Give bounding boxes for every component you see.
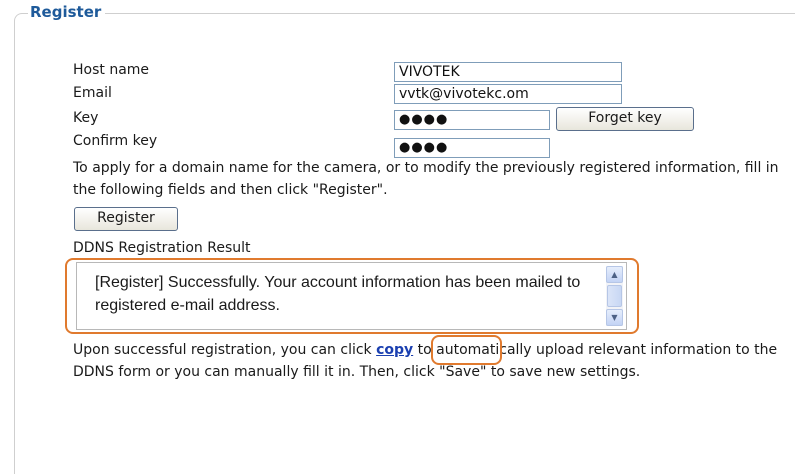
copy-link[interactable]: copy: [376, 342, 413, 358]
confirm-key-input[interactable]: ●●●●: [394, 138, 550, 158]
section-title: Register: [28, 3, 106, 21]
host-name-input[interactable]: VIVOTEK: [394, 62, 622, 82]
confirm-key-label: Confirm key: [73, 133, 158, 149]
key-input[interactable]: ●●●●: [394, 110, 550, 130]
email-input[interactable]: vvtk@vivotekc.om: [394, 84, 622, 104]
host-name-label: Host name: [73, 62, 150, 78]
result-label: DDNS Registration Result: [73, 240, 251, 256]
result-highlight-frame: [65, 258, 639, 334]
email-label: Email: [73, 85, 112, 101]
footer-text-before: Upon successful registration, you can cl…: [73, 342, 377, 358]
key-label: Key: [73, 110, 99, 126]
forget-key-button[interactable]: Forget key: [556, 107, 694, 131]
copy-highlight-frame: [431, 335, 502, 365]
instructions-text: To apply for a domain name for the camer…: [73, 160, 779, 198]
register-button[interactable]: Register: [74, 207, 178, 231]
